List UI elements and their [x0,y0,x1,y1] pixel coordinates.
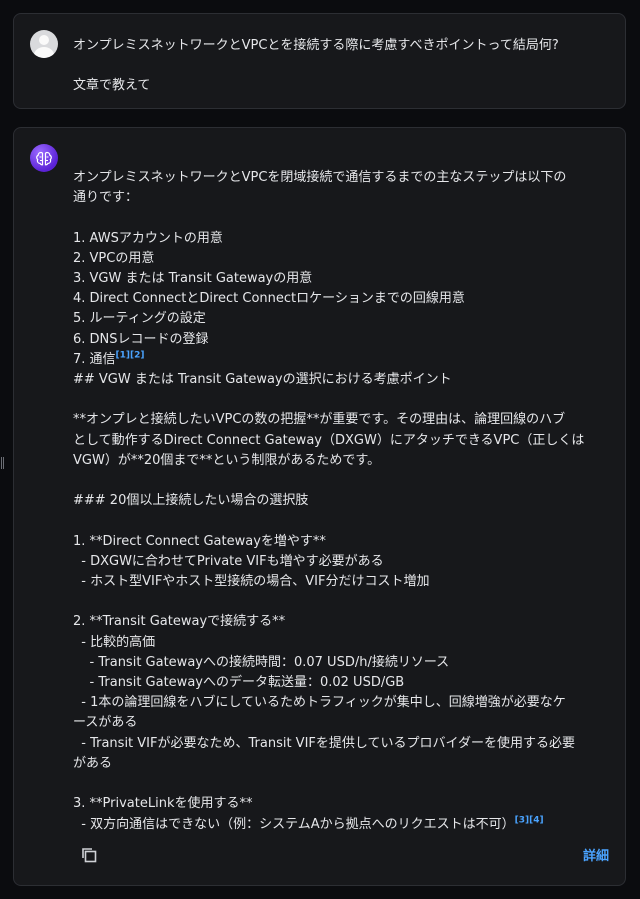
message-line: 1. **Direct Connect Gatewayを増やす** [73,533,326,549]
message-line: ### 20個以上接続したい場合の選択肢 [73,493,309,509]
citation-link[interactable]: [2] [130,351,145,361]
user-message-text: オンプレミスネットワークとVPCとを接続する際に考慮すべきポイントって結局何? … [73,36,613,97]
message-line: がある [73,755,113,771]
message-line: **オンプレと接続したいVPCの数の把握**が重要です。その理由は、論理回線のハ… [73,412,566,428]
message-line: 6. DNSレコードの登録 [73,331,209,347]
message-line: ## VGW または Transit Gatewayの選択における考慮ポイント [73,372,452,388]
message-line: 5. ルーティングの設定 [73,311,206,327]
message-line: 7. 通信 [73,351,116,367]
message-line: 4. Direct ConnectとDirect Connectロケーションまで… [73,291,465,307]
message-line: として動作するDirect Connect Gateway（DXGW）にアタッチ… [73,432,585,448]
message-line: 3. VGW または Transit Gatewayの用意 [73,271,313,287]
message-line: - DXGWに合わせてPrivate VIFも増やす必要がある [73,553,384,569]
message-line: - Transit VIFが必要なため、Transit VIFを提供しているプロ… [73,735,575,751]
message-line: オンプレミスネットワークとVPCを閉域接続で通信するまでの主なステップは以下の [73,170,567,185]
user-avatar [30,30,58,58]
citation-link[interactable]: [3] [515,815,530,825]
message-line: - 双方向通信はできない（例：システムAから拠点へのリクエストは不可） [73,816,515,832]
message-line: - 比較的高価 [73,634,156,650]
brain-icon [36,151,52,166]
assistant-message-text: オンプレミスネットワークとVPCを閉域接続で通信するまでの主なステップは以下の … [73,168,613,835]
resize-handle[interactable] [1,457,5,471]
message-line: 通りです： [73,190,139,206]
message-line: 2. VPCの用意 [73,250,155,266]
citation-link[interactable]: [4] [529,815,544,825]
user-message-line: オンプレミスネットワークとVPCとを接続する際に考慮すべきポイントって結局何? [73,38,559,53]
message-line: 3. **PrivateLinkを使用する** [73,796,253,812]
user-message-line: 文章で教えて [73,78,151,94]
message-line: VGW）が**20個まで**という制限があるためです。 [73,452,381,468]
message-line: - 1本の論理回線をハブにしているためトラフィックが集中し、回線増強が必要なケ [73,695,566,711]
citation-link[interactable]: [1] [116,351,131,361]
detail-button[interactable]: 詳細 [583,845,609,864]
message-line: 1. AWSアカウントの用意 [73,230,223,246]
user-message-card: オンプレミスネットワークとVPCとを接続する際に考慮すべきポイントって結局何? … [13,13,626,109]
message-line: - Transit Gatewayへのデータ転送量：0.02 USD/GB [73,675,405,691]
assistant-message-card: オンプレミスネットワークとVPCを閉域接続で通信するまでの主なステップは以下の … [13,127,626,886]
copy-icon[interactable] [80,846,98,864]
message-line: ースがある [73,715,138,731]
message-line: - Transit Gatewayへの接続時間：0.07 USD/h/接続リソー… [73,654,450,670]
assistant-avatar [30,144,58,172]
message-line: 2. **Transit Gatewayで接続する** [73,614,286,630]
message-line: - ホスト型VIFやホスト型接続の場合、VIF分だけコスト増加 [73,574,430,590]
